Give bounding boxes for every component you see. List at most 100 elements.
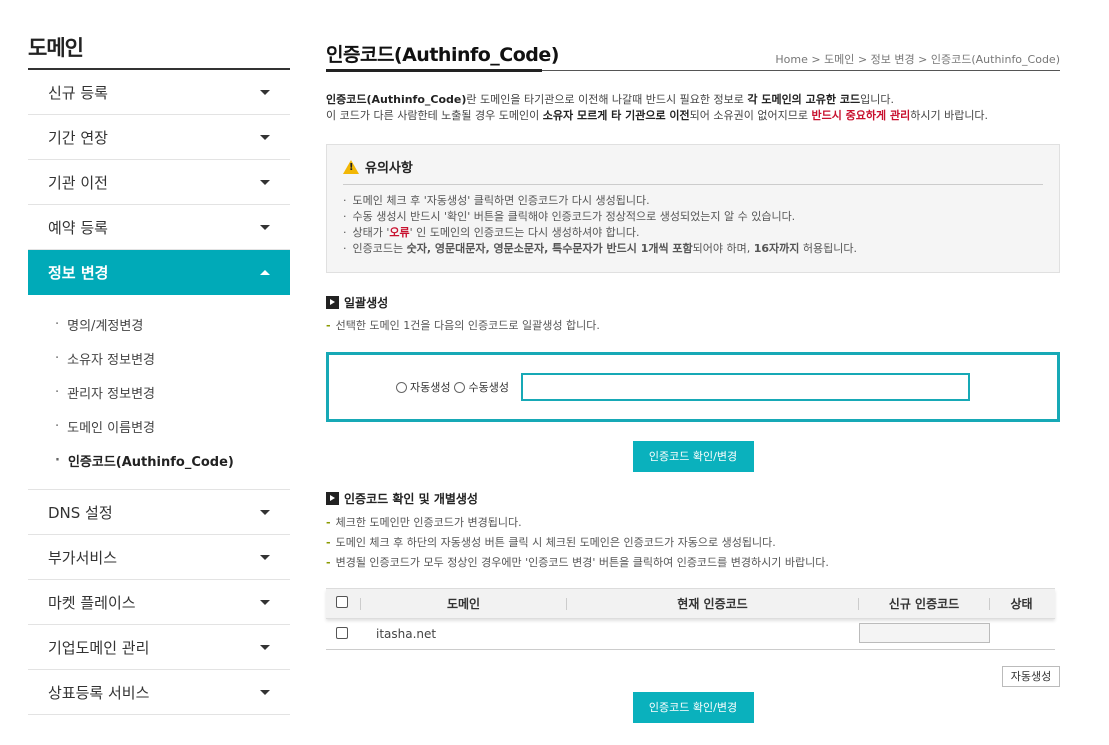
new-code-cell (859, 622, 999, 646)
sidebar-item-dns[interactable]: DNS 설정 (28, 490, 290, 535)
breadcrumb-info-change[interactable]: 정보 변경 (871, 53, 915, 66)
breadcrumb-domain[interactable]: 도메인 (824, 53, 854, 66)
new-code-input[interactable] (859, 622, 990, 643)
submenu-item-owner-account-change[interactable]: · 명의/계정변경 (28, 307, 290, 341)
radio-circle-icon[interactable] (396, 381, 407, 393)
description-text: 체크한 도메인만 인증코드가 변경됩니다. (335, 516, 522, 529)
sidebar-item-new-registration[interactable]: 신규 등록 (28, 70, 290, 115)
sidebar-item-marketplace[interactable]: 마켓 플레이스 (28, 580, 290, 625)
bullet-icon: · (55, 452, 60, 468)
sidebar-item-label: 기간 연장 (48, 128, 108, 147)
notice-list: · 도메인 체크 후 '자동생성' 클릭하면 인증코드가 다시 생성됩니다. · 수… (343, 193, 1043, 257)
bulk-description: - 선택한 도메인 1건을 다음의 인증코드로 일괄생성 합니다. (326, 316, 1060, 336)
intro-emphasis: 각 도메인의 고유한 코드 (747, 93, 861, 106)
sidebar-submenu: · 명의/계정변경 · 소유자 정보변경 · 관리자 정보변경 · 도메인 이름… (28, 295, 290, 490)
breadcrumb-separator: > (918, 53, 928, 66)
bulk-button-wrap: 인증코드 확인/변경 (326, 441, 1060, 472)
submenu-item-label: 소유자 정보변경 (67, 352, 155, 368)
row-checkbox-cell (326, 626, 376, 642)
play-arrow-icon (326, 296, 339, 309)
bullet-icon: · (343, 210, 347, 223)
sidebar-item-trademark[interactable]: 상표등록 서비스 (28, 670, 290, 715)
submenu-item-label: 명의/계정변경 (67, 318, 144, 334)
intro-text-part: 란 도메인을 타기관으로 이전해 나갈때 반드시 필요한 정보로 (466, 93, 748, 106)
table-header: 도메인 현재 인증코드 신규 인증코드 상태 (326, 589, 1055, 619)
bulk-code-input[interactable] (520, 373, 970, 401)
sidebar-item-reservation[interactable]: 예약 등록 (28, 205, 290, 250)
chevron-down-icon (260, 689, 270, 695)
submenu-item-owner-info[interactable]: · 소유자 정보변경 (28, 341, 290, 375)
sidebar-item-label: 부가서비스 (48, 548, 118, 567)
chevron-down-icon (260, 509, 270, 515)
intro-line-2: 이 코드가 다른 사람한테 노출될 경우 도메인이 소유자 모르게 타 기관으로… (326, 108, 1060, 124)
intro-text-part: 되어 소유권이 없어지므로 (689, 109, 812, 122)
bullet-icon: · (55, 384, 60, 400)
manual-generate-radio[interactable]: 수동생성 (454, 379, 509, 395)
sidebar: 도메인 신규 등록 기간 연장 기관 이전 예약 등록 정보 변경 · 명의/계… (28, 0, 290, 715)
description-line: - 변경될 인증코드가 모두 정상인 경우에만 '인증코드 변경' 버튼을 클릭하… (326, 553, 1060, 573)
sidebar-item-label: 마켓 플레이스 (48, 593, 136, 612)
auto-generate-radio[interactable]: 자동생성 (396, 379, 450, 395)
play-arrow-icon (326, 492, 339, 505)
radio-circle-icon[interactable] (454, 381, 466, 393)
chevron-down-icon (260, 599, 270, 605)
individual-section-title: 인증코드 확인 및 개별생성 (326, 490, 1060, 507)
chevron-down-icon (260, 224, 270, 230)
sidebar-item-label: 기업도메인 관리 (48, 638, 150, 657)
intro-warning: 반드시 중요하게 관리 (811, 109, 911, 122)
submenu-item-label: 도메인 이름변경 (67, 420, 155, 436)
notice-item: · 인증코드는 숫자, 영문대문자, 영문소문자, 특수문자가 반드시 1개씩 포… (343, 241, 1043, 257)
intro-emphasis: 소유자 모르게 타 기관으로 이전 (542, 109, 690, 122)
verify-change-button-bottom[interactable]: 인증코드 확인/변경 (632, 692, 754, 723)
description-line: - 도메인 체크 후 하단의 자동생성 버튼 클릭 시 체크된 도메인은 인증코드… (326, 533, 1060, 553)
column-header-current-code: 현재 인증코드 (677, 597, 748, 611)
sidebar-title: 도메인 (28, 0, 290, 70)
sidebar-item-renewal[interactable]: 기간 연장 (28, 115, 290, 160)
notice-emphasis: 16자까지 (753, 242, 800, 255)
sidebar-item-label: DNS 설정 (48, 503, 113, 522)
domain-cell: itasha.net (376, 627, 437, 641)
sidebar-item-label: 기관 이전 (48, 173, 108, 192)
sidebar-item-info-change[interactable]: 정보 변경 (28, 250, 290, 295)
select-all-checkbox[interactable] (336, 596, 348, 608)
intro-text-part: 이 코드가 다른 사람한테 노출될 경우 도메인이 (326, 109, 543, 122)
breadcrumb-separator: > (811, 53, 821, 66)
submenu-item-authinfo-code[interactable]: · 인증코드(Authinfo_Code) (28, 443, 290, 477)
notice-item: · 도메인 체크 후 '자동생성' 클릭하면 인증코드가 다시 생성됩니다. (343, 193, 1043, 209)
chevron-down-icon (260, 89, 270, 95)
bullet-icon: · (55, 316, 60, 332)
row-checkbox[interactable] (336, 626, 348, 639)
radio-label: 수동생성 (468, 381, 509, 394)
sidebar-item-enterprise-domain[interactable]: 기업도메인 관리 (28, 625, 290, 670)
submenu-item-domain-name-change[interactable]: · 도메인 이름변경 (28, 409, 290, 443)
sidebar-item-addon-services[interactable]: 부가서비스 (28, 535, 290, 580)
notice-item: · 수동 생성시 반드시 '확인' 버튼을 클릭해야 인증코드가 정상적으로 생성… (343, 209, 1043, 225)
column-header-status: 상태 (1010, 597, 1033, 611)
description-text: 선택한 도메인 1건을 다음의 인증코드로 일괄생성 합니다. (335, 319, 600, 332)
bullet-icon: · (343, 226, 347, 239)
notice-text: 되어야 하며, (692, 242, 754, 255)
table-row: itasha.net (326, 619, 1055, 650)
notice-text: 도메인 체크 후 '자동생성' 클릭하면 인증코드가 다시 생성됩니다. (352, 194, 650, 207)
warning-icon (343, 159, 359, 174)
bullet-icon: · (343, 194, 347, 207)
breadcrumb-home[interactable]: Home (775, 53, 807, 66)
auto-generate-button[interactable]: 자동생성 (1002, 666, 1060, 687)
sidebar-item-transfer[interactable]: 기관 이전 (28, 160, 290, 205)
sidebar-item-label: 상표등록 서비스 (48, 683, 150, 702)
main-content: 인증코드(Authinfo_Code) Home > 도메인 > 정보 변경 >… (326, 0, 1060, 723)
chevron-down-icon (260, 179, 270, 185)
verify-change-button[interactable]: 인증코드 확인/변경 (632, 441, 754, 472)
submenu-item-admin-info[interactable]: · 관리자 정보변경 (28, 375, 290, 409)
description-text: 변경될 인증코드가 모두 정상인 경우에만 '인증코드 변경' 버튼을 클릭하여… (335, 556, 829, 569)
chevron-down-icon (260, 644, 270, 650)
sidebar-item-label: 예약 등록 (48, 218, 108, 237)
intro-text-part: 하시기 바랍니다. (910, 109, 989, 122)
bulk-generate-box: 자동생성 수동생성 (326, 352, 1060, 422)
individual-button-wrap: 인증코드 확인/변경 (326, 692, 1060, 723)
notice-emphasis: 숫자, 영문대문자, 영문소문자, 특수문자가 반드시 1개씩 포함 (406, 242, 693, 255)
notice-header: 유의사항 (343, 157, 1043, 185)
bullet-icon: · (55, 418, 60, 434)
notice-text: ' 인 도메인의 인증코드는 다시 생성하셔야 합니다. (409, 226, 640, 239)
notice-item: · 상태가 '오류' 인 도메인의 인증코드는 다시 생성하셔야 합니다. (343, 225, 1043, 241)
